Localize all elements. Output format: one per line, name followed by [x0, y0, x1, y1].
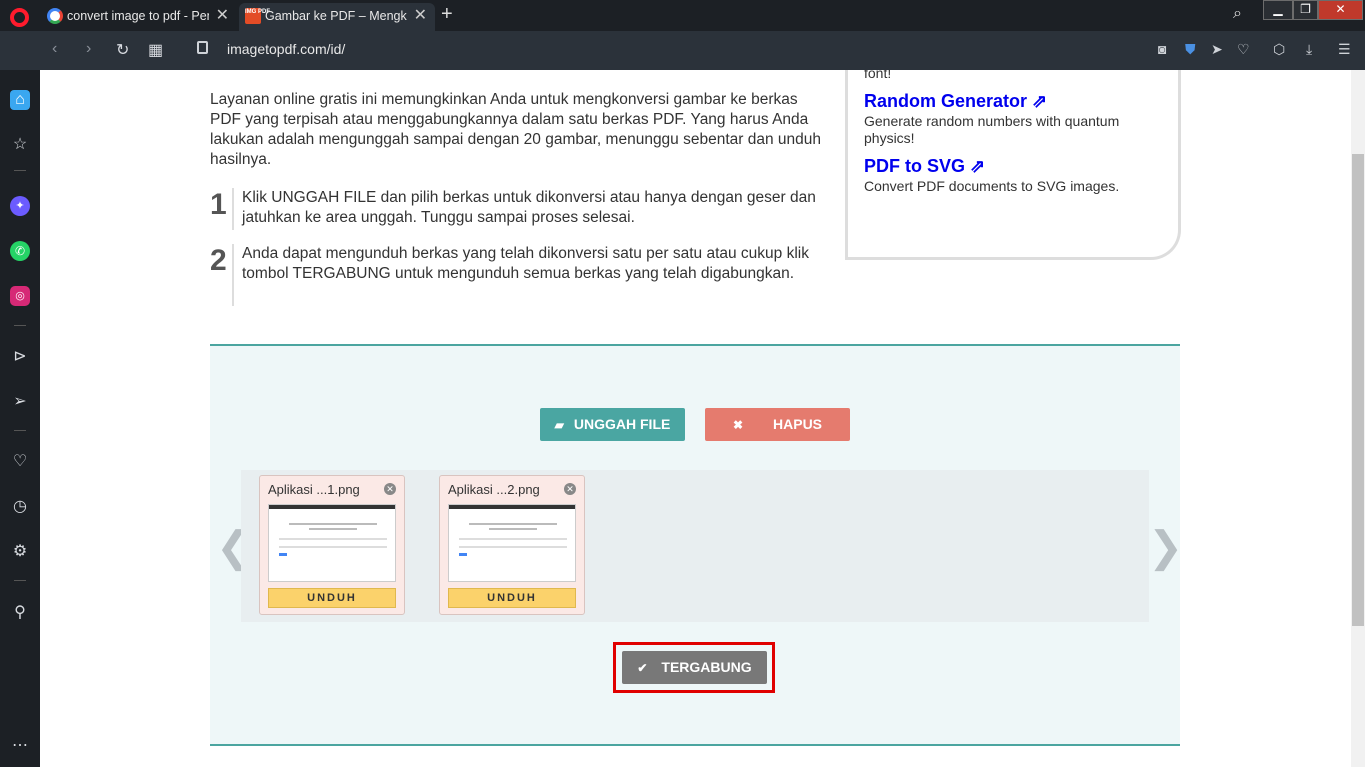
file-card: Aplikasi ...1.png ✕ UNDUH — [259, 475, 405, 615]
download-icon[interactable]: ⤓ — [1306, 41, 1312, 58]
messenger-icon[interactable]: ✦ — [10, 196, 30, 216]
more-icon[interactable]: ⋯ — [10, 736, 30, 756]
random-generator-desc: Generate random numbers with quantum phy… — [864, 113, 1120, 146]
cube-icon[interactable]: ⬡ — [1273, 41, 1285, 58]
speed-dial-icon[interactable]: ▦ — [148, 40, 163, 60]
whatsapp-icon[interactable]: ✆ — [10, 241, 30, 261]
imgpdf-icon: IMG PDF — [245, 8, 270, 24]
step-number: 2 — [210, 244, 227, 277]
settings-icon[interactable]: ⚙ — [10, 542, 30, 562]
sidebar-divider — [14, 430, 26, 431]
instagram-icon[interactable]: ◎ — [10, 286, 30, 306]
folder-open-icon: ▰ — [554, 418, 564, 432]
intro-text: Layanan online gratis ini memungkinkan A… — [210, 91, 822, 168]
file-thumbnail — [268, 504, 396, 582]
download-button[interactable]: UNDUH — [268, 588, 396, 608]
close-window-icon[interactable]: ✕ — [1318, 0, 1363, 20]
address-bar: ‹ › ↻ ▦ imagetopdf.com/id/ ◙ ⛊ ➤ ♡ ⬡ ⤓ ☰ — [0, 31, 1365, 70]
home-icon[interactable]: ⌂ — [10, 90, 30, 110]
file-name: Aplikasi ...2.png — [448, 482, 540, 497]
title-bar: convert image to pdf - Pen ✕ IMG PDF Gam… — [0, 0, 1365, 31]
tab-label: Gambar ke PDF – Mengkon — [265, 9, 407, 23]
sidebar-divider — [14, 580, 26, 581]
converter-area[interactable]: ▰ UNGGAH FILE ✖ HAPUS ❮ ❯ Aplikasi ...1.pn… — [210, 344, 1183, 746]
send-icon[interactable]: ➤ — [1211, 41, 1223, 58]
merge-label: TERGABUNG — [661, 659, 752, 675]
scrollbar-thumb[interactable] — [1352, 154, 1364, 626]
minimize-icon[interactable]: ▁ — [1263, 0, 1293, 20]
lock-icon — [197, 41, 208, 54]
merge-button[interactable]: ✔ TERGABUNG — [622, 651, 767, 684]
step-divider — [232, 188, 234, 230]
remove-file-icon[interactable]: ✕ — [564, 483, 576, 495]
random-generator-link[interactable]: Random Generator ⇗ — [864, 91, 1047, 112]
upload-file-button[interactable]: ▰ UNGGAH FILE — [540, 408, 685, 441]
pdf-to-svg-desc: Convert PDF documents to SVG images. — [864, 178, 1120, 194]
checkmark-icon: ✔ — [637, 661, 648, 675]
file-name: Aplikasi ...1.png — [268, 482, 360, 497]
step-1: 1 Klik UNGGAH FILE dan pilih berkas untu… — [210, 188, 830, 230]
heart-icon[interactable]: ♡ — [1237, 41, 1250, 58]
flow-icon[interactable]: ➢ — [10, 392, 30, 412]
pdf-to-svg-link[interactable]: PDF to SVG ⇗ — [864, 156, 985, 177]
file-gallery: Aplikasi ...1.png ✕ UNDUH Aplikasi ...2.… — [241, 470, 1149, 622]
step-divider — [232, 244, 234, 306]
close-tab-icon[interactable]: ✕ — [216, 3, 229, 29]
step-text: Anda dapat mengunduh berkas yang telah d… — [242, 245, 809, 282]
file-thumbnail — [448, 504, 576, 582]
clear-label: HAPUS — [773, 416, 823, 432]
player-icon[interactable]: ⊳ — [10, 347, 30, 367]
google-icon — [47, 8, 63, 24]
tab-convert-image[interactable]: convert image to pdf - Pen ✕ — [41, 3, 237, 31]
step-2: 2 Anda dapat mengunduh berkas yang telah… — [210, 244, 830, 306]
vpn-shield-icon[interactable]: ⛊ — [1185, 41, 1196, 58]
tips-bulb-icon[interactable]: ⚲ — [10, 603, 30, 623]
file-card: Aplikasi ...2.png ✕ UNDUH — [439, 475, 585, 615]
close-tab-icon[interactable]: ✕ — [414, 3, 427, 29]
next-arrow-icon[interactable]: ❯ — [1148, 522, 1183, 571]
ad-partial-text: font! — [864, 70, 892, 81]
bookmarks-icon[interactable]: ☆ — [10, 135, 30, 155]
sidebar-divider — [14, 325, 26, 326]
step-number: 1 — [210, 188, 227, 221]
new-tab-icon[interactable]: + — [441, 3, 453, 26]
step-text: Klik UNGGAH FILE dan pilih berkas untuk … — [242, 189, 816, 226]
url-field[interactable]: imagetopdf.com/id/ — [227, 41, 345, 57]
forward-icon[interactable]: › — [86, 40, 91, 58]
search-icon[interactable]: ⌕ — [1233, 5, 1242, 23]
sidebar-divider — [14, 170, 26, 171]
camera-icon[interactable]: ◙ — [1158, 41, 1166, 57]
download-button[interactable]: UNDUH — [448, 588, 576, 608]
history-icon[interactable]: ◷ — [10, 497, 30, 517]
settings-menu-icon[interactable]: ☰ — [1338, 41, 1351, 58]
back-icon[interactable]: ‹ — [52, 40, 57, 58]
sidebar: ⌂ ☆ ✦ ✆ ◎ ⊳ ➢ ♡ ◷ ⚙ ⚲ ⋯ — [0, 70, 40, 767]
remove-file-icon[interactable]: ✕ — [384, 483, 396, 495]
related-tools-box: font! Random Generator ⇗ Generate random… — [845, 70, 1181, 260]
opera-logo-icon[interactable] — [10, 8, 29, 27]
upload-label: UNGGAH FILE — [573, 416, 671, 432]
web-page: font! Random Generator ⇗ Generate random… — [40, 70, 1351, 767]
favorites-icon[interactable]: ♡ — [10, 452, 30, 472]
tab-imagetopdf[interactable]: IMG PDF Gambar ke PDF – Mengkon ✕ — [239, 3, 435, 31]
maximize-icon[interactable]: ❐ — [1293, 0, 1318, 20]
tab-label: convert image to pdf - Pen — [67, 9, 209, 23]
clear-button[interactable]: ✖ HAPUS — [705, 408, 850, 441]
close-x-icon: ✖ — [732, 418, 744, 432]
reload-icon[interactable]: ↻ — [116, 40, 129, 60]
